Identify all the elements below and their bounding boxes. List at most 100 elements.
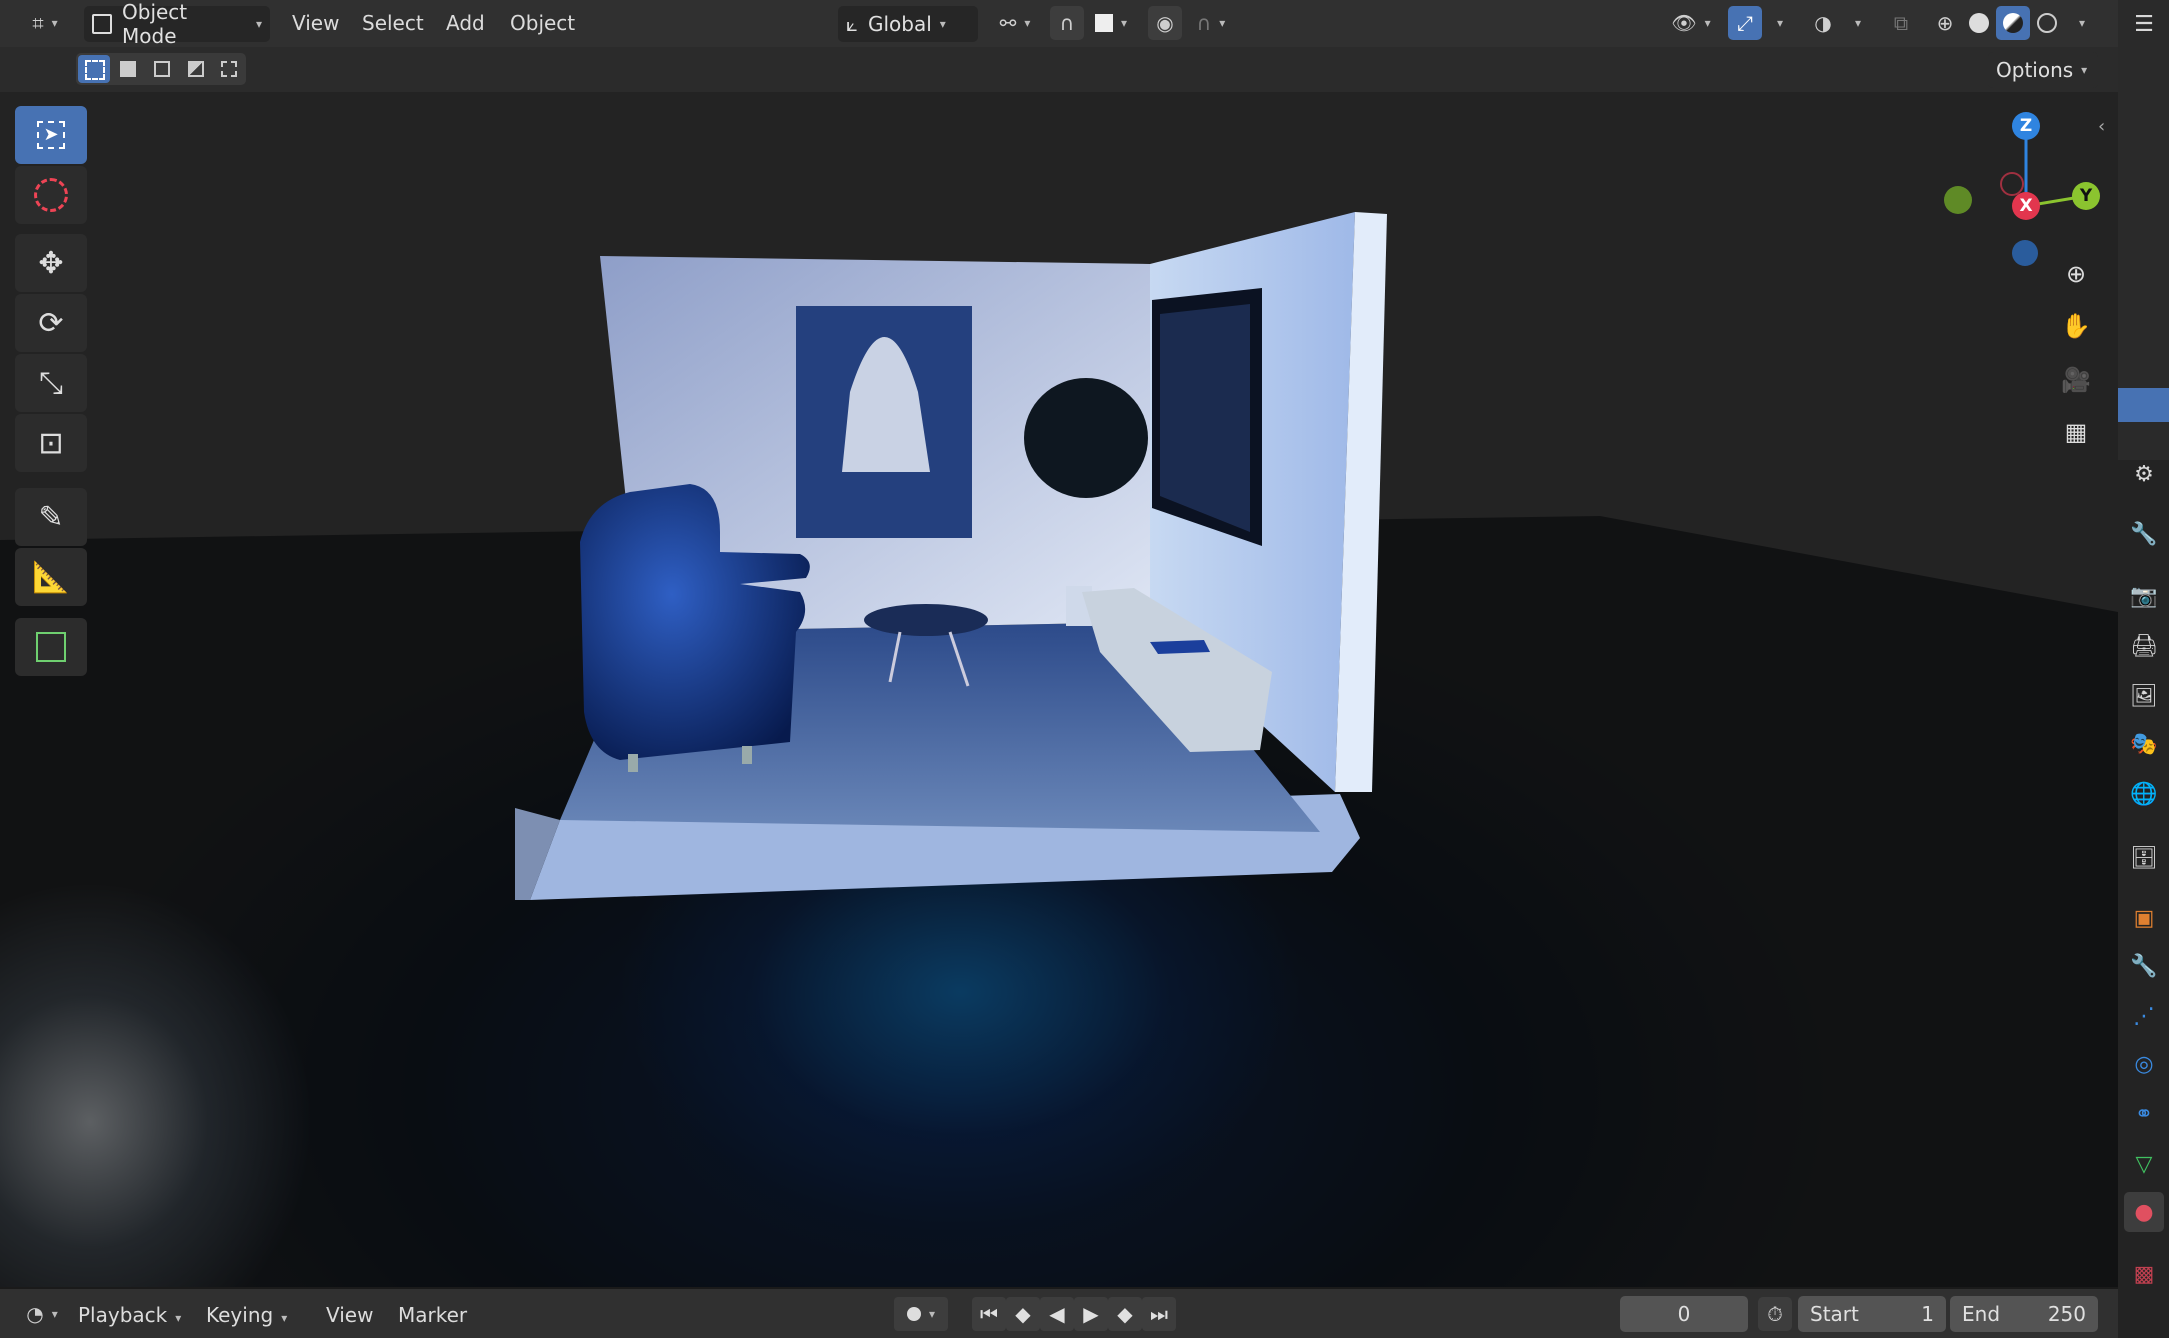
tool-settings-tab-icon[interactable]: ⚙	[2124, 454, 2164, 494]
material-preview-shading-button[interactable]	[1996, 6, 2030, 40]
start-frame-field[interactable]: Start 1	[1798, 1296, 1946, 1332]
modifiers-wrench-icon[interactable]: 🔧	[2124, 946, 2164, 986]
jump-to-keyframe-prev-button[interactable]: ◆	[1006, 1297, 1040, 1331]
zoom-icon[interactable]: ⊕	[2054, 252, 2098, 296]
render-tab-icon[interactable]: 📷	[2124, 576, 2164, 616]
visibility-dropdown[interactable]: 👁 ▾	[1664, 6, 1718, 40]
axis-neg-z-handle[interactable]	[2012, 240, 2038, 266]
gizmo-dropdown[interactable]: ▾	[1764, 6, 1788, 40]
cursor-tool[interactable]	[15, 166, 87, 224]
select-intersect-button[interactable]	[214, 55, 244, 83]
marker-menu[interactable]: Marker	[398, 1299, 467, 1331]
wireframe-sphere-icon: ⊕	[1936, 11, 1954, 35]
move-tool[interactable]: ✥	[15, 234, 87, 292]
timeline-view-menu[interactable]: View	[326, 1299, 373, 1331]
annotate-pencil-icon: ✎	[38, 499, 64, 535]
output-tab-icon[interactable]: 🖨	[2124, 626, 2164, 666]
stopwatch-icon: ⏱	[1767, 1302, 1783, 1326]
measure-tool[interactable]: 📐	[15, 548, 87, 606]
current-frame-value: 0	[1677, 1302, 1691, 1326]
timeline-editor-type-dropdown[interactable]: ◔ ▾	[18, 1297, 66, 1331]
axis-y-handle[interactable]: Y	[2072, 182, 2100, 210]
record-dot-icon	[906, 1307, 921, 1321]
start-label: Start	[1810, 1302, 1859, 1326]
transform-tool[interactable]: ⊡	[15, 414, 87, 472]
scene-tab-icon[interactable]: 🎭	[2124, 724, 2164, 764]
menu-view[interactable]: View	[292, 0, 339, 47]
pan-hand-icon[interactable]: ✋	[2054, 304, 2098, 348]
editor-type-icon: ⌗	[32, 11, 44, 35]
constraints-tab-icon[interactable]: ⚭	[2124, 1094, 2164, 1134]
menu-add[interactable]: Add	[446, 0, 485, 47]
particles-tab-icon[interactable]: ⋰	[2124, 996, 2164, 1036]
play-button[interactable]: ▶	[1074, 1297, 1108, 1331]
outliner-selected-row	[2118, 388, 2169, 422]
rendered-shading-button[interactable]	[2030, 6, 2064, 40]
clock-icon: ◔	[26, 1302, 44, 1326]
outliner-icon[interactable]: ☰	[2124, 4, 2164, 44]
falloff-dropdown[interactable]: ∩ ▾	[1186, 6, 1236, 40]
navigation-gizmo[interactable]: Z Y X	[1940, 112, 2100, 266]
object-data-tab-icon[interactable]: ▽	[2124, 1144, 2164, 1184]
editor-type-dropdown[interactable]: ⌗ ▾	[22, 6, 68, 40]
select-subtract-button[interactable]	[146, 55, 178, 83]
next-keyframe-icon: ◆	[1117, 1302, 1133, 1326]
tool-tab-icon[interactable]: 🔧	[2124, 514, 2164, 554]
camera-view-icon[interactable]: 🎥	[2054, 358, 2098, 402]
material-tab-icon[interactable]: ●	[2124, 1192, 2164, 1232]
end-frame-field[interactable]: End 250	[1950, 1296, 2098, 1332]
xray-toggle[interactable]: ⧉	[1884, 6, 1918, 40]
overlays-dropdown[interactable]: ▾	[1842, 6, 1866, 40]
axis-z-handle[interactable]: Z	[2012, 112, 2040, 140]
axis-neg-x-handle[interactable]	[2000, 172, 2024, 196]
menu-select[interactable]: Select	[362, 0, 424, 47]
axis-neg-y-handle[interactable]	[1944, 186, 1972, 214]
keying-menu[interactable]: Keying ▾	[206, 1299, 287, 1331]
rotate-icon: ⟳	[38, 305, 64, 341]
mode-label: Object Mode	[122, 0, 188, 48]
selection-mode-group	[76, 53, 246, 85]
texture-tab-icon[interactable]: ▩	[2124, 1254, 2164, 1294]
3d-viewport[interactable]: ➤ ✥ ⟳ ⤡ ⊡ ✎ 📐 ‹ Z Y X ⊕ ✋ 🎥 ▦	[0, 92, 2118, 1287]
perspective-grid-icon[interactable]: ▦	[2054, 410, 2098, 454]
world-tab-icon[interactable]: 🌐	[2124, 774, 2164, 814]
magnet-icon: ∩	[1059, 11, 1075, 35]
transform-orientation-dropdown[interactable]: ⟀ Global ▾	[838, 6, 978, 42]
scale-icon: ⤡	[39, 365, 63, 401]
auto-keying-toggle[interactable]: ▾	[894, 1297, 948, 1331]
jump-to-keyframe-next-button[interactable]: ◆	[1108, 1297, 1142, 1331]
annotate-tool[interactable]: ✎	[15, 488, 87, 546]
wireframe-shading-button[interactable]: ⊕	[1928, 6, 1962, 40]
menu-object[interactable]: Object	[510, 0, 575, 47]
timeline-header: ◔ ▾ Playback ▾ Keying ▾ View Marker ▾ ⏮ ◆ ◀…	[0, 1287, 2118, 1338]
select-extend-button[interactable]	[112, 55, 144, 83]
add-cube-tool[interactable]	[15, 618, 87, 676]
jump-to-end-button[interactable]: ⏭	[1142, 1297, 1176, 1331]
play-reverse-button[interactable]: ◀	[1040, 1297, 1074, 1331]
use-preview-range-toggle[interactable]: ⏱	[1758, 1297, 1792, 1331]
scale-tool[interactable]: ⤡	[15, 354, 87, 412]
snap-target-dropdown[interactable]: ▾	[1086, 6, 1136, 40]
options-dropdown[interactable]: Options ▾	[1988, 52, 2098, 88]
rotate-tool[interactable]: ⟳	[15, 294, 87, 352]
gizmo-toggle[interactable]: ⤢	[1728, 6, 1762, 40]
collection-tab-icon[interactable]: 🗄	[2124, 838, 2164, 878]
current-frame-field[interactable]: 0	[1620, 1296, 1748, 1332]
mode-dropdown[interactable]: Object Mode ▾	[84, 0, 270, 48]
select-new-button[interactable]	[78, 55, 110, 83]
view-layer-tab-icon[interactable]: 🖼	[2124, 676, 2164, 716]
snap-toggle[interactable]: ∩	[1050, 6, 1084, 40]
jump-to-start-button[interactable]: ⏮	[972, 1297, 1006, 1331]
select-box-tool[interactable]: ➤	[15, 106, 87, 164]
overlays-toggle[interactable]: ◑	[1806, 6, 1840, 40]
object-tab-icon[interactable]: ▣	[2124, 898, 2164, 938]
solid-shading-button[interactable]	[1962, 6, 1996, 40]
select-invert-button[interactable]	[180, 55, 212, 83]
physics-tab-icon[interactable]: ◎	[2124, 1044, 2164, 1084]
proportional-editing-toggle[interactable]: ◉	[1148, 6, 1182, 40]
pivot-point-dropdown[interactable]: ⚯ ▾	[990, 6, 1040, 40]
playback-menu[interactable]: Playback ▾	[78, 1299, 181, 1331]
axis-x-handle[interactable]: X	[2012, 192, 2040, 220]
shading-dropdown[interactable]: ▾	[2066, 6, 2090, 40]
material-sphere-icon	[2003, 13, 2023, 33]
